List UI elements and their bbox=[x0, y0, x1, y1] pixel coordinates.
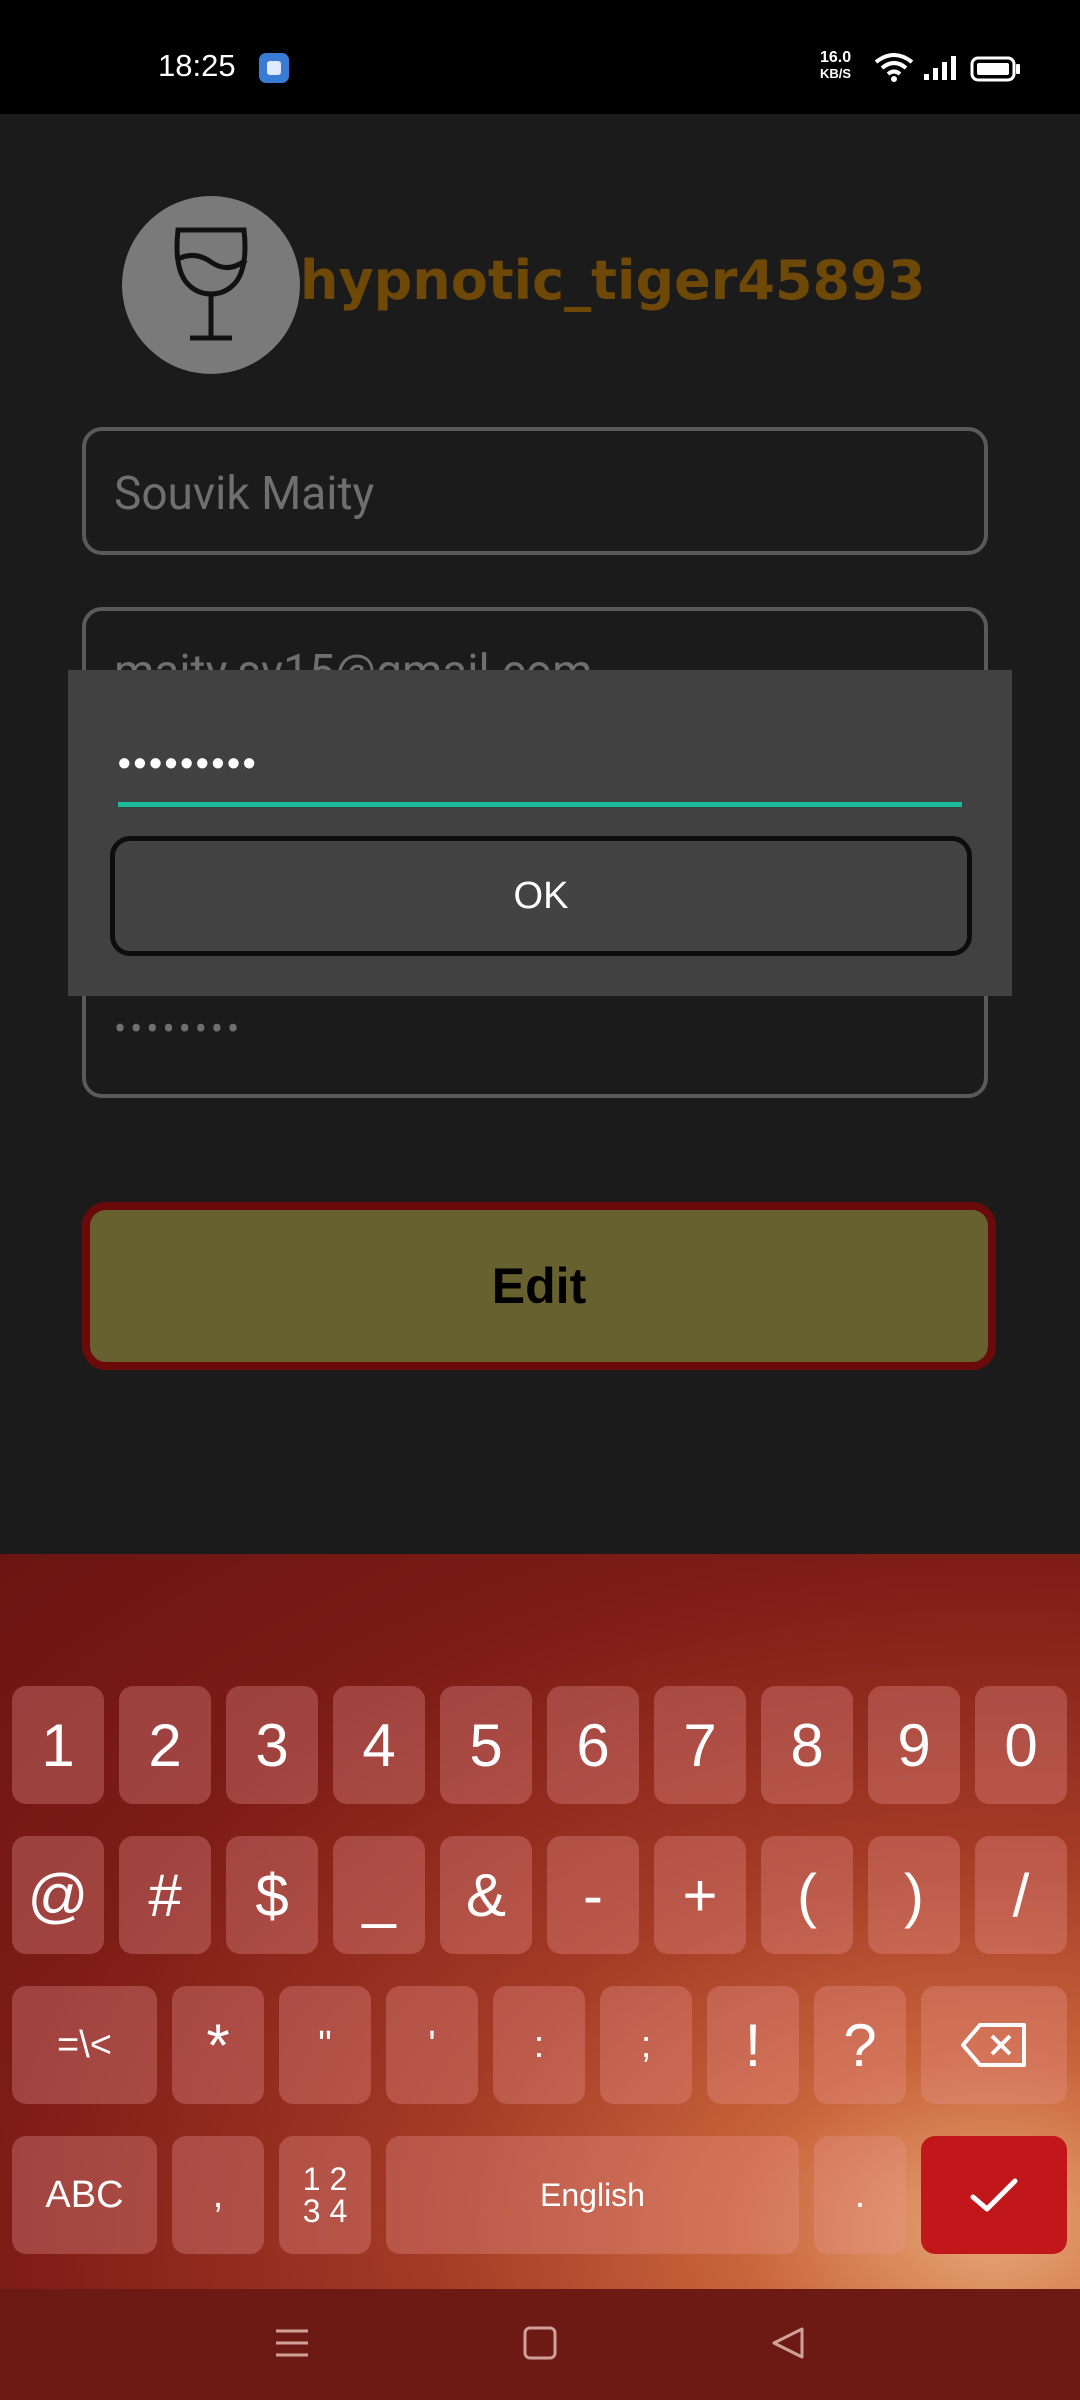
username: hypnotic_tiger45893 bbox=[300, 249, 926, 312]
key-5[interactable]: 5 bbox=[440, 1686, 532, 1804]
key-7[interactable]: 7 bbox=[654, 1686, 746, 1804]
key-9[interactable]: 9 bbox=[868, 1686, 960, 1804]
key-2[interactable]: 2 bbox=[119, 1686, 211, 1804]
network-speed-value: 16.0 bbox=[820, 49, 852, 66]
edit-button[interactable]: Edit bbox=[82, 1202, 996, 1370]
notification-app-icon bbox=[259, 53, 289, 83]
key-asterisk[interactable]: * bbox=[172, 1986, 264, 2104]
key-comma[interactable]: , bbox=[172, 2136, 264, 2254]
checkmark-icon bbox=[970, 2178, 1018, 2212]
key-1[interactable]: 1 bbox=[12, 1686, 104, 1804]
key-colon[interactable]: : bbox=[493, 1986, 585, 2104]
menu-icon[interactable] bbox=[274, 2325, 310, 2361]
key-more-symbols[interactable]: =\< bbox=[12, 1986, 157, 2104]
key-question[interactable]: ? bbox=[814, 1986, 906, 2104]
status-time: 18:25 bbox=[158, 48, 236, 83]
network-speed-unit: KB/S bbox=[820, 66, 852, 81]
space-key[interactable]: English bbox=[386, 2136, 799, 2254]
numpad-key[interactable]: 1 2 3 4 bbox=[279, 2136, 371, 2254]
back-icon[interactable] bbox=[770, 2325, 806, 2361]
avatar[interactable] bbox=[122, 196, 300, 374]
key-apostrophe[interactable]: ' bbox=[386, 1986, 478, 2104]
key-6[interactable]: 6 bbox=[547, 1686, 639, 1804]
status-bar: 18:25 16.0 KB/S bbox=[0, 0, 1080, 114]
wine-glass-icon bbox=[174, 227, 248, 341]
password-field-value: •••••••• bbox=[114, 1008, 244, 1050]
backspace-key[interactable] bbox=[921, 1986, 1067, 2104]
key-hash[interactable]: # bbox=[119, 1836, 211, 1954]
key-dollar[interactable]: $ bbox=[226, 1836, 318, 1954]
key-semicolon[interactable]: ; bbox=[600, 1986, 692, 2104]
key-open-paren[interactable]: ( bbox=[761, 1836, 853, 1954]
network-speed: 16.0 KB/S bbox=[820, 50, 851, 82]
wifi-icon bbox=[874, 53, 914, 82]
key-slash[interactable]: / bbox=[975, 1836, 1067, 1954]
key-period[interactable]: . bbox=[814, 2136, 906, 2254]
key-minus[interactable]: - bbox=[547, 1836, 639, 1954]
soft-keyboard: 1 2 3 4 5 6 7 8 9 0 @ # $ _ & - + ( ) / … bbox=[0, 1554, 1080, 2289]
key-3[interactable]: 3 bbox=[226, 1686, 318, 1804]
abc-key[interactable]: ABC bbox=[12, 2136, 157, 2254]
name-field-value: Souvik Maity bbox=[114, 467, 375, 521]
numpad-key-top: 1 2 bbox=[302, 2161, 348, 2197]
key-exclamation[interactable]: ! bbox=[707, 1986, 799, 2104]
key-double-quote[interactable]: " bbox=[279, 1986, 371, 2104]
key-close-paren[interactable]: ) bbox=[868, 1836, 960, 1954]
backspace-icon bbox=[961, 2023, 1026, 2067]
navigation-bar bbox=[0, 2289, 1080, 2400]
numpad-key-bottom: 3 4 bbox=[302, 2193, 348, 2229]
dialog-password-input[interactable]: ••••••••• bbox=[118, 742, 962, 807]
home-icon[interactable] bbox=[522, 2325, 558, 2361]
key-ampersand[interactable]: & bbox=[440, 1836, 532, 1954]
key-0[interactable]: 0 bbox=[975, 1686, 1067, 1804]
enter-key[interactable] bbox=[921, 2136, 1067, 2254]
battery-icon bbox=[970, 56, 1020, 82]
signal-icon bbox=[924, 56, 956, 80]
key-underscore[interactable]: _ bbox=[333, 1836, 425, 1954]
password-dialog: ••••••••• OK bbox=[68, 670, 1012, 996]
name-field[interactable]: Souvik Maity bbox=[82, 427, 988, 555]
key-plus[interactable]: + bbox=[654, 1836, 746, 1954]
key-8[interactable]: 8 bbox=[761, 1686, 853, 1804]
ok-button[interactable]: OK bbox=[110, 836, 972, 956]
key-4[interactable]: 4 bbox=[333, 1686, 425, 1804]
key-at[interactable]: @ bbox=[12, 1836, 104, 1954]
